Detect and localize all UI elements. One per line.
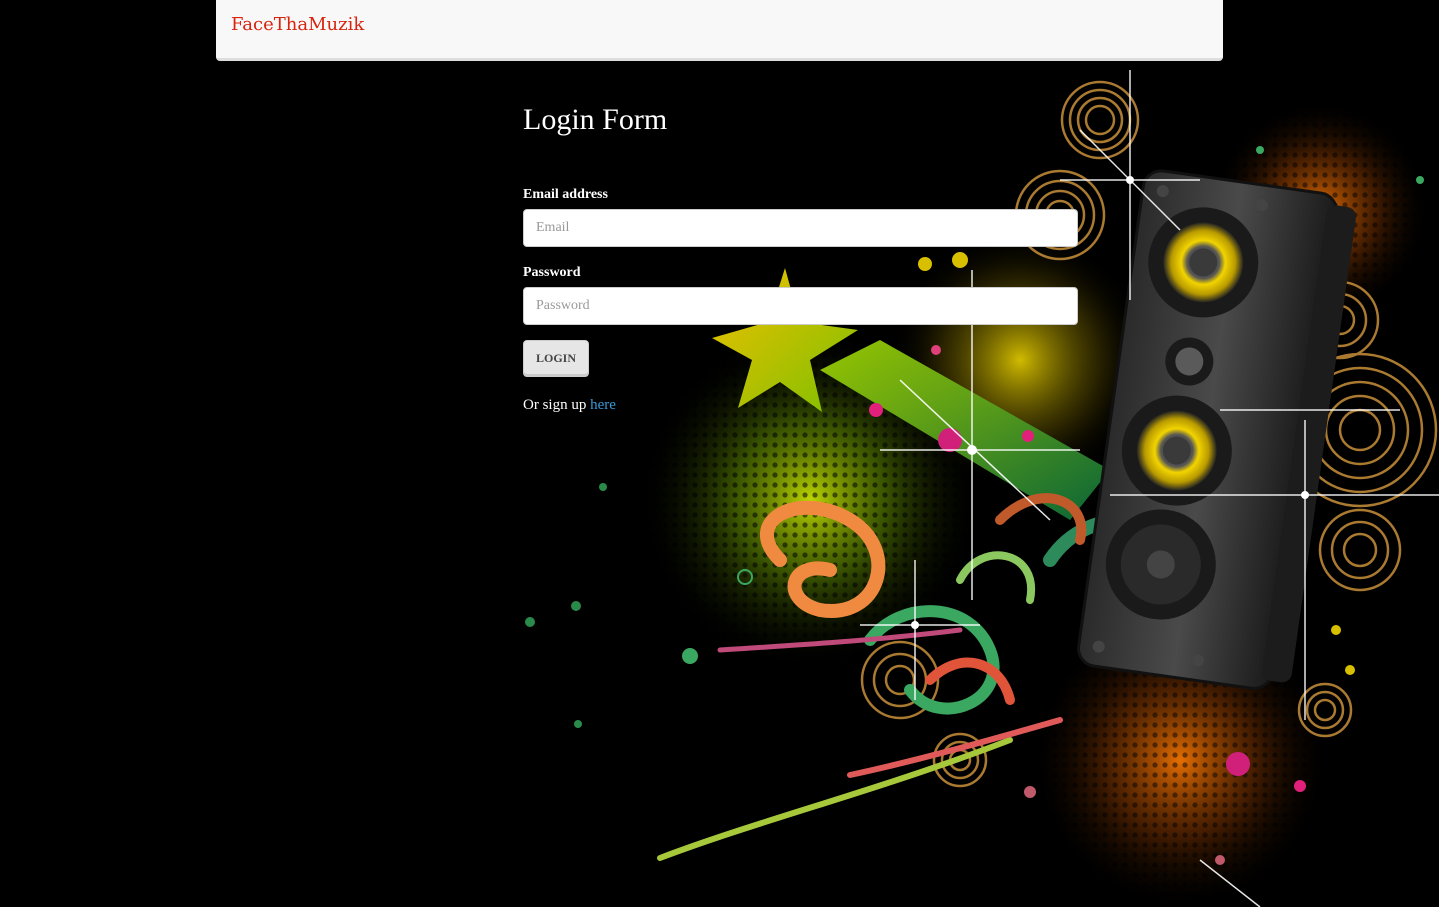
password-label: Password: [523, 265, 581, 280]
brand-link[interactable]: FaceThaMuzik: [231, 14, 364, 35]
login-button[interactable]: LOGIN: [523, 340, 590, 377]
login-form: Login Form Email address Password LOGIN …: [523, 100, 1078, 414]
form-title: Login Form: [523, 103, 668, 136]
navbar: FaceThaMuzik: [216, 0, 1223, 61]
email-label: Email address: [523, 187, 608, 202]
signup-link[interactable]: here: [590, 397, 616, 413]
signup-line: Or sign up here: [523, 397, 1078, 414]
page: FaceThaMuzik Login Form Email address Pa…: [0, 0, 1439, 907]
signup-prefix: Or sign up: [523, 397, 587, 413]
password-input[interactable]: [523, 287, 1078, 325]
email-input[interactable]: [523, 209, 1078, 247]
